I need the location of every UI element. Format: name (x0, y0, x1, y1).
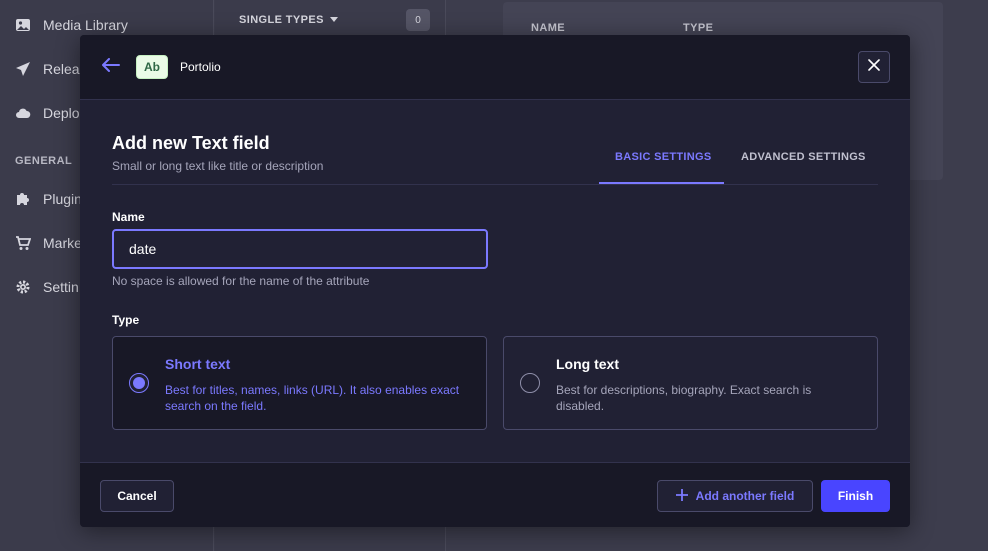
add-another-field-label: Add another field (695, 489, 795, 503)
type-field-label: Type (112, 313, 140, 327)
sidebar-item-deployment[interactable]: Deplo (15, 105, 80, 121)
paper-plane-icon (15, 61, 31, 77)
close-button[interactable] (858, 51, 890, 83)
plus-icon (675, 488, 688, 504)
tab-advanced-settings[interactable]: ADVANCED SETTINGS (741, 151, 866, 163)
name-field-label: Name (112, 210, 145, 224)
breadcrumb: Portolio (180, 60, 221, 74)
short-text-radio[interactable] (129, 373, 149, 393)
add-another-field-button[interactable]: Add another field (657, 480, 813, 512)
long-text-radio[interactable] (520, 373, 540, 393)
type-option-long-text[interactable]: Long text Best for descriptions, biograp… (503, 336, 878, 430)
sidebar-item-label: Media Library (43, 17, 128, 33)
sidebar-item-label: Deplo (43, 105, 80, 121)
add-field-modal: Ab Portolio Add new Text field Small or … (80, 35, 910, 527)
modal-subtitle: Small or long text like title or descrip… (112, 159, 324, 173)
table-header-name: NAME (531, 22, 565, 34)
tab-basic-settings[interactable]: BASIC SETTINGS (615, 151, 712, 163)
cancel-button[interactable]: Cancel (100, 480, 174, 512)
modal-footer: Cancel Add another field Finish (80, 462, 910, 527)
name-input[interactable] (112, 229, 488, 269)
sidebar-item-releases[interactable]: Releas (15, 61, 87, 77)
sidebar-item-label: Plugin (43, 191, 82, 207)
caret-down-icon (329, 14, 338, 26)
sidebar-item-settings[interactable]: Settin (15, 279, 79, 295)
type-option-description: Best for descriptions, biography. Exact … (556, 383, 812, 413)
sidebar-item-marketplace[interactable]: Marke (15, 235, 82, 251)
image-icon (15, 17, 31, 33)
sidebar-item-label: Settin (43, 279, 79, 295)
text-field-type-badge: Ab (136, 55, 168, 79)
modal-header: Ab Portolio (80, 35, 910, 100)
name-field-hint: No space is allowed for the name of the … (112, 274, 370, 288)
single-types-toggle[interactable]: SINGLE TYPES (239, 14, 338, 26)
single-types-count-badge: 0 (406, 9, 430, 31)
sidebar-section-general: GENERAL (15, 155, 73, 167)
cart-icon (15, 235, 31, 251)
sidebar-item-media-library[interactable]: Media Library (15, 17, 128, 33)
modal-title: Add new Text field (112, 133, 270, 153)
type-option-title: Long text (556, 356, 619, 372)
type-option-short-text[interactable]: Short text Best for titles, names, links… (112, 336, 487, 430)
cloud-icon (15, 105, 31, 121)
close-icon (868, 58, 880, 76)
type-option-title: Short text (165, 356, 231, 372)
sidebar-item-label: Marke (43, 235, 82, 251)
puzzle-icon (15, 191, 31, 207)
finish-button[interactable]: Finish (821, 480, 890, 512)
back-button[interactable] (100, 57, 122, 77)
active-tab-indicator (599, 182, 724, 184)
gear-icon (15, 279, 31, 295)
table-header-type: TYPE (683, 22, 714, 34)
arrow-left-icon (102, 57, 120, 77)
tabs-divider (112, 184, 878, 185)
type-option-description: Best for titles, names, links (URL). It … (165, 383, 460, 413)
sidebar-item-plugins[interactable]: Plugin (15, 191, 82, 207)
